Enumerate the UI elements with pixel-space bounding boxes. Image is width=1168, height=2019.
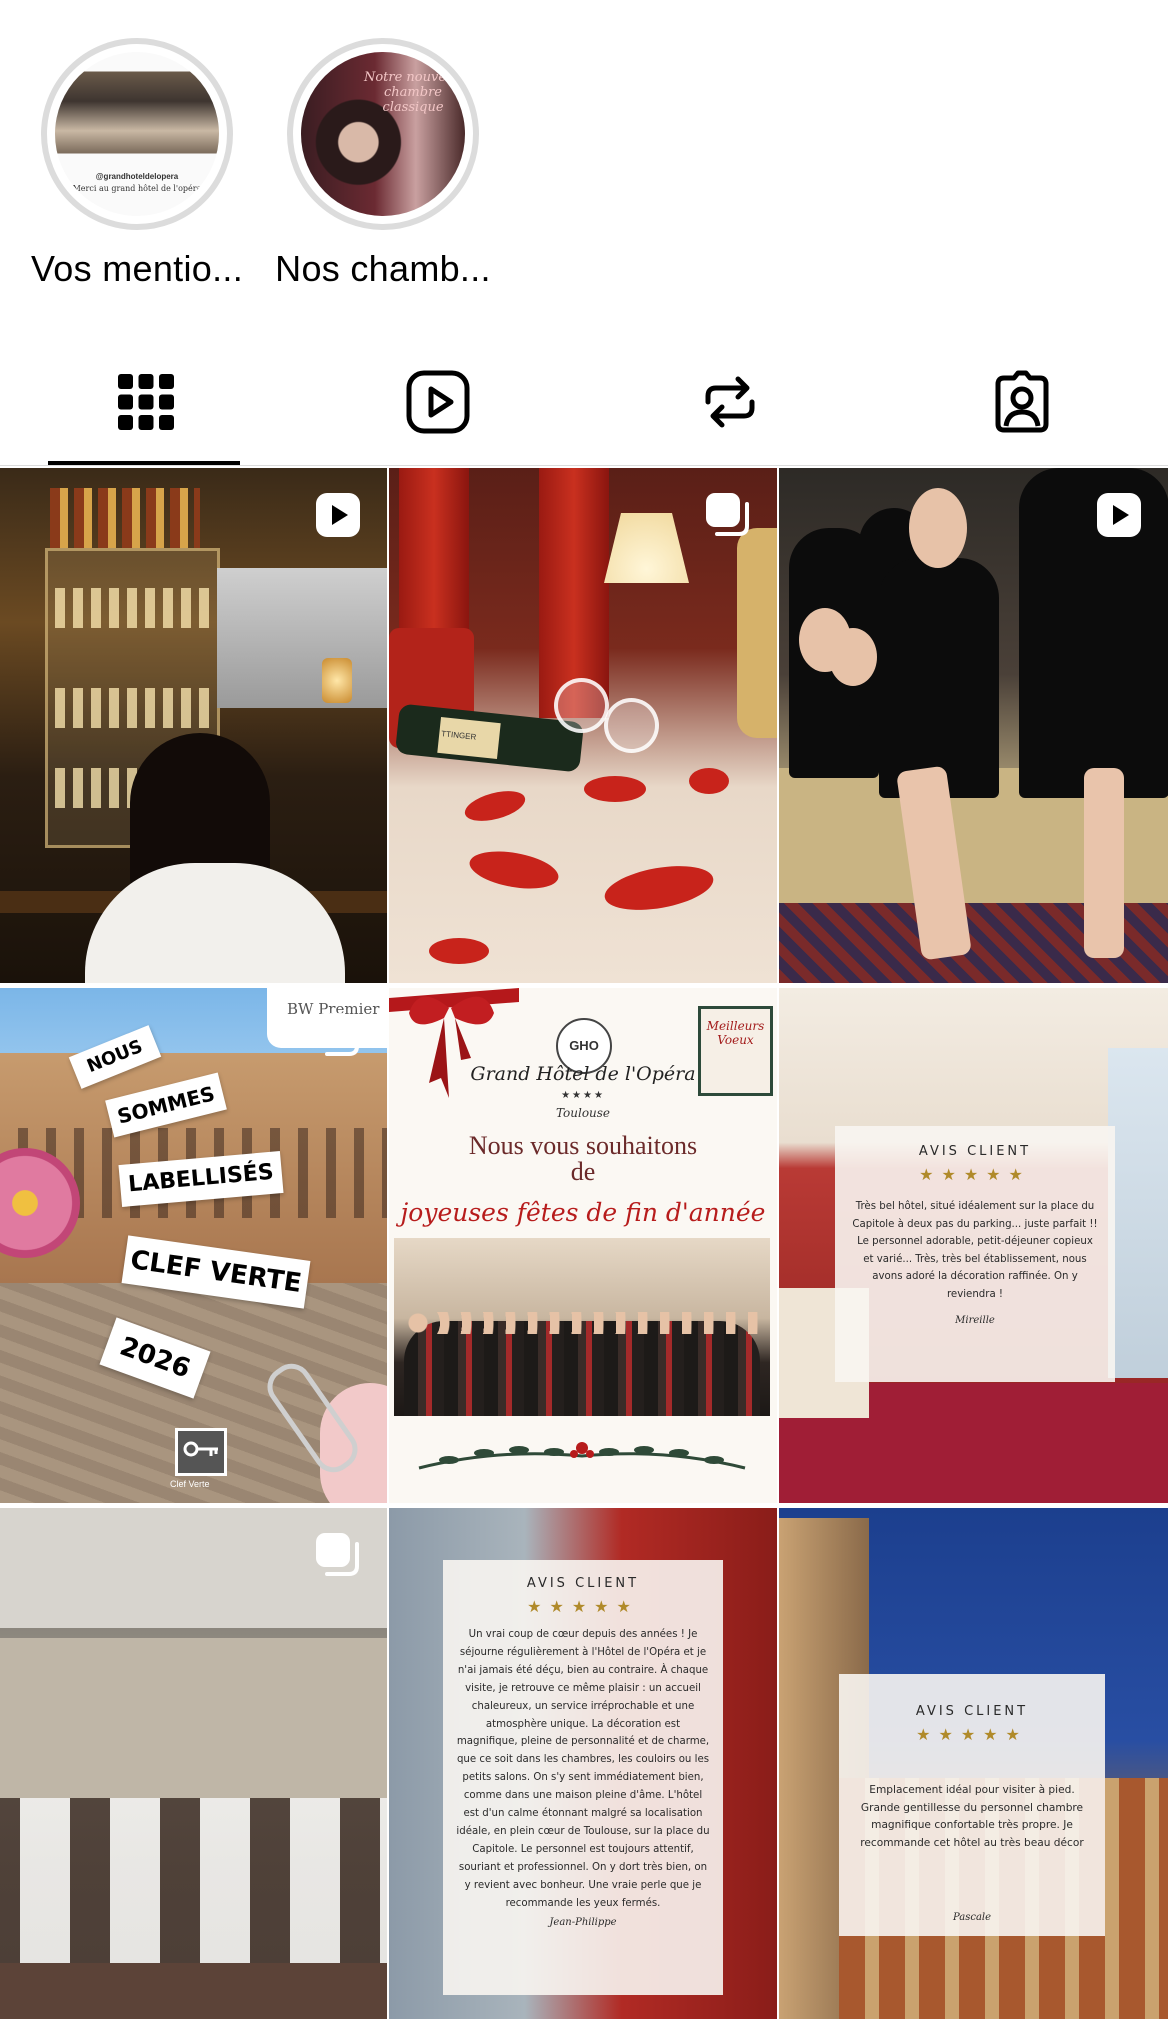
tagged-person-icon xyxy=(995,370,1049,433)
review-stars: ★★★★★ xyxy=(919,1165,1031,1184)
grid-post-bar-video[interactable] xyxy=(0,468,387,983)
highlight-cover-caption: @grandhoteldelopera xyxy=(95,172,179,181)
review-text: Très bel hôtel, situé idéalement sur la … xyxy=(852,1201,1098,1300)
hotel-city: Toulouse xyxy=(555,1106,611,1120)
glasses-row xyxy=(55,688,210,728)
person xyxy=(879,558,999,798)
carousel-icon xyxy=(316,1013,359,1056)
highlight-ring: Notre nouvelle chambre classique xyxy=(287,38,479,230)
review-text: Un vrai coup de cœur depuis des années !… xyxy=(456,1629,710,1909)
tab-tagged[interactable] xyxy=(876,340,1168,464)
hotel-name: Grand Hôtel de l'Opéra xyxy=(470,1063,696,1085)
tab-reposts[interactable] xyxy=(584,340,876,464)
review-card: AVIS CLIENT ★★★★★ Un vrai coup de cœur d… xyxy=(443,1560,723,1995)
window xyxy=(1108,1048,1168,1378)
review-card: AVIS CLIENT ★★★★★ Très bel hôtel, situé … xyxy=(835,1126,1115,1382)
grid-post-review-jean-philippe[interactable]: AVIS CLIENT ★★★★★ Un vrai coup de cœur d… xyxy=(389,1508,777,2019)
wall xyxy=(0,1638,387,1798)
team-crowd xyxy=(404,1321,760,1416)
highlight-cover-image: Notre nouvelle chambre classique xyxy=(301,52,465,216)
posts-grid: TTINGER BW Premier NOUS SOMMES LABELLISÉ… xyxy=(0,468,1168,2019)
rose-petal xyxy=(429,938,489,964)
reels-icon xyxy=(406,370,470,434)
story-highlights: @grandhoteldelopera Merci au grand hôtel… xyxy=(0,0,1168,320)
review-title: AVIS CLIENT xyxy=(915,1704,1029,1719)
legs xyxy=(1084,768,1124,958)
grid-post-greetings[interactable]: GHO Meilleurs Voeux Grand Hôtel de l'Opé… xyxy=(389,988,777,1503)
highlight-cover-subcaption: Merci au grand hôtel de l'opéra xyxy=(72,184,202,193)
hotel-stars: ★★★★ xyxy=(561,1090,605,1101)
highlight-ring: @grandhoteldelopera Merci au grand hôtel… xyxy=(41,38,233,230)
champagne-glass xyxy=(604,698,659,753)
review-title: AVIS CLIENT xyxy=(526,1576,640,1591)
wall-lamp xyxy=(322,658,352,703)
rose-petal xyxy=(601,858,717,918)
tab-reels[interactable] xyxy=(292,340,584,464)
white-robe xyxy=(85,863,345,983)
carousel-icon xyxy=(316,1533,359,1576)
review-card: AVIS CLIENT ★★★★★ Emplacement idéal pour… xyxy=(839,1674,1105,1936)
highlight-label: Vos mentio... xyxy=(30,248,243,289)
highlight-cover-caption: Notre nouvelle chambre classique xyxy=(363,70,463,115)
review-title: AVIS CLIENT xyxy=(918,1144,1032,1159)
greeting-script: joyeuses fêtes de fin d'année xyxy=(400,1198,766,1227)
grid-post-staff-group[interactable] xyxy=(779,468,1168,983)
greeting-headline: Nous vous souhaitons de xyxy=(389,1130,777,1188)
champagne-glass xyxy=(554,678,609,733)
team-photo xyxy=(394,1238,770,1416)
team-heads xyxy=(408,1312,758,1334)
review-stars: ★★★★★ xyxy=(916,1725,1028,1744)
highlight-cover-image: @grandhoteldelopera Merci au grand hôtel… xyxy=(55,52,219,216)
face xyxy=(909,488,967,568)
carousel-icon xyxy=(706,493,749,536)
holly-garland xyxy=(418,1442,746,1470)
repost-icon xyxy=(705,376,755,428)
grid-post-review-pascale[interactable]: AVIS CLIENT ★★★★★ Emplacement idéal pour… xyxy=(779,1508,1168,2019)
headboard xyxy=(737,528,777,738)
lamp xyxy=(604,513,689,583)
rose-petal xyxy=(584,776,646,802)
reel-icon xyxy=(316,493,360,537)
review-stars: ★★★★★ xyxy=(527,1597,639,1616)
highlight-rooms[interactable]: Notre nouvelle chambre classique Nos cha… xyxy=(268,38,498,290)
tabs-divider xyxy=(0,465,1168,466)
grid-post-clef-verte[interactable]: BW Premier NOUS SOMMES LABELLISÉS CLEF V… xyxy=(0,988,387,1503)
rose-petal xyxy=(689,768,729,794)
profile-tabs xyxy=(0,340,1168,466)
clef-verte-label: Clef Verte xyxy=(170,1479,210,1489)
grid-post-review-mireille[interactable]: AVIS CLIENT ★★★★★ Très bel hôtel, situé … xyxy=(779,988,1168,1503)
grid-post-bedroom-champagne[interactable]: TTINGER xyxy=(389,468,777,983)
review-author: Jean-Philippe xyxy=(549,1916,617,1928)
review-text: Emplacement idéal pour visiter à pied. G… xyxy=(860,1784,1084,1849)
rose-petal xyxy=(466,845,562,895)
grid-icon xyxy=(118,374,174,430)
floor xyxy=(0,1963,387,2019)
rose-petal xyxy=(461,785,529,827)
review-author: Pascale xyxy=(952,1912,992,1923)
reel-icon xyxy=(1097,493,1141,537)
marble-wall xyxy=(217,568,387,708)
face xyxy=(829,628,877,686)
highlight-label: Nos chamb... xyxy=(275,248,491,289)
bottles xyxy=(50,488,200,548)
review-author: Mireille xyxy=(955,1315,995,1326)
highlight-mentions[interactable]: @grandhoteldelopera Merci au grand hôtel… xyxy=(22,38,252,290)
tab-posts-grid[interactable] xyxy=(0,340,292,466)
greeting-line-2: de xyxy=(570,1157,596,1186)
glasses-row xyxy=(55,588,210,628)
bottle-label: TTINGER xyxy=(437,716,501,760)
clef-verte-logo xyxy=(175,1428,227,1476)
grid-post-breakfast-room[interactable] xyxy=(0,1508,387,2019)
